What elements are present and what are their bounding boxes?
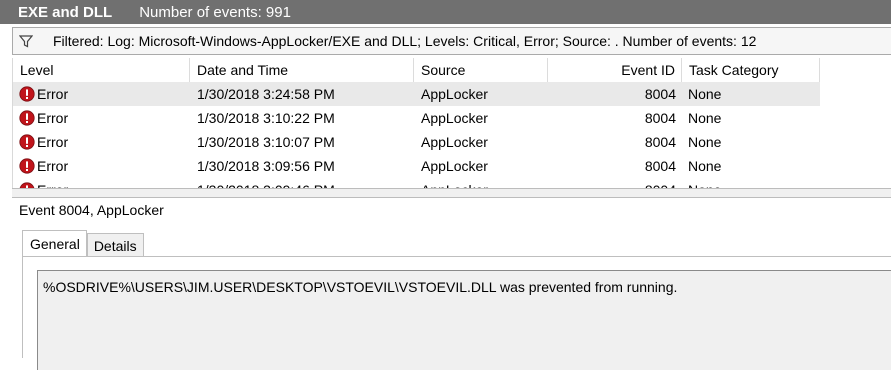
column-header-source[interactable]: Source [414,58,548,82]
events-grid: Level Date and Time Source Event ID Task… [12,58,891,188]
column-header-date-time[interactable]: Date and Time [190,58,414,82]
row-date-time: 1/30/2018 3:24:58 PM [197,86,335,102]
row-source: AppLocker [421,158,488,174]
filter-bar: Filtered: Log: Microsoft-Windows-AppLock… [12,27,891,55]
event-row[interactable]: Error 1/30/2018 3:24:58 PM AppLocker 8004 No… [13,82,820,106]
row-level: Error [37,134,69,150]
event-row[interactable]: Error 1/30/2018 3:09:56 PM AppLocker 8004 No… [13,154,820,178]
row-task-category: None [688,158,722,174]
filter-description: Filtered: Log: Microsoft-Windows-AppLock… [53,33,757,49]
tab-general[interactable]: General [22,230,87,258]
error-icon [19,86,35,102]
tab-details[interactable]: Details [86,233,144,257]
row-task-category: None [688,86,722,102]
row-level: Error [37,178,68,188]
row-event-id: 8004 [644,158,676,174]
row-event-id: 8004 [548,178,676,188]
error-icon [19,110,35,126]
event-row[interactable]: Error 1/30/2018 3:09:46 PM AppLocker 8004 No… [13,178,820,188]
error-icon [19,158,35,174]
row-source: AppLocker [421,178,541,188]
row-source: AppLocker [421,86,488,102]
event-detail-title: Event 8004, AppLocker [19,202,164,218]
row-task-category: None [688,134,722,150]
row-event-id: 8004 [644,134,676,150]
event-row[interactable]: Error 1/30/2018 3:10:22 PM AppLocker 8004 No… [13,106,820,130]
row-level: Error [37,158,69,174]
column-header-level[interactable]: Level [13,58,190,82]
general-tab-panel: %OSDRIVE%\USERS\JIM.USER\DESKTOP\VSTOEVI… [22,256,891,370]
pane-splitter[interactable] [12,188,891,198]
error-icon [19,134,35,150]
event-row[interactable]: Error 1/30/2018 3:10:07 PM AppLocker 8004 No… [13,130,820,154]
row-level: Error [37,86,69,102]
row-event-id: 8004 [644,86,676,102]
event-message: %OSDRIVE%\USERS\JIM.USER\DESKTOP\VSTOEVI… [43,279,678,295]
row-date-time: 1/30/2018 3:09:56 PM [197,158,335,174]
row-task-category: None [688,178,816,188]
row-date-time: 1/30/2018 3:10:22 PM [197,110,335,126]
log-title-bar: EXE and DLL Number of events: 991 [0,0,891,24]
log-name: EXE and DLL [18,3,113,21]
row-date-time: 1/30/2018 3:10:07 PM [197,134,335,150]
row-level: Error [37,110,69,126]
row-task-category: None [688,110,722,126]
row-source: AppLocker [421,110,488,126]
row-event-id: 8004 [644,110,676,126]
funnel-icon [19,34,43,48]
event-message-box[interactable]: %OSDRIVE%\USERS\JIM.USER\DESKTOP\VSTOEVI… [37,270,891,370]
column-header-event-id[interactable]: Event ID [548,58,682,82]
event-count: Number of events: 991 [139,3,291,21]
column-header-task-category[interactable]: Task Category [682,58,820,82]
detail-tabs: General Details [22,229,144,258]
grid-header: Level Date and Time Source Event ID Task… [13,58,891,82]
row-date-time: 1/30/2018 3:09:46 PM [197,178,407,188]
row-source: AppLocker [421,134,488,150]
